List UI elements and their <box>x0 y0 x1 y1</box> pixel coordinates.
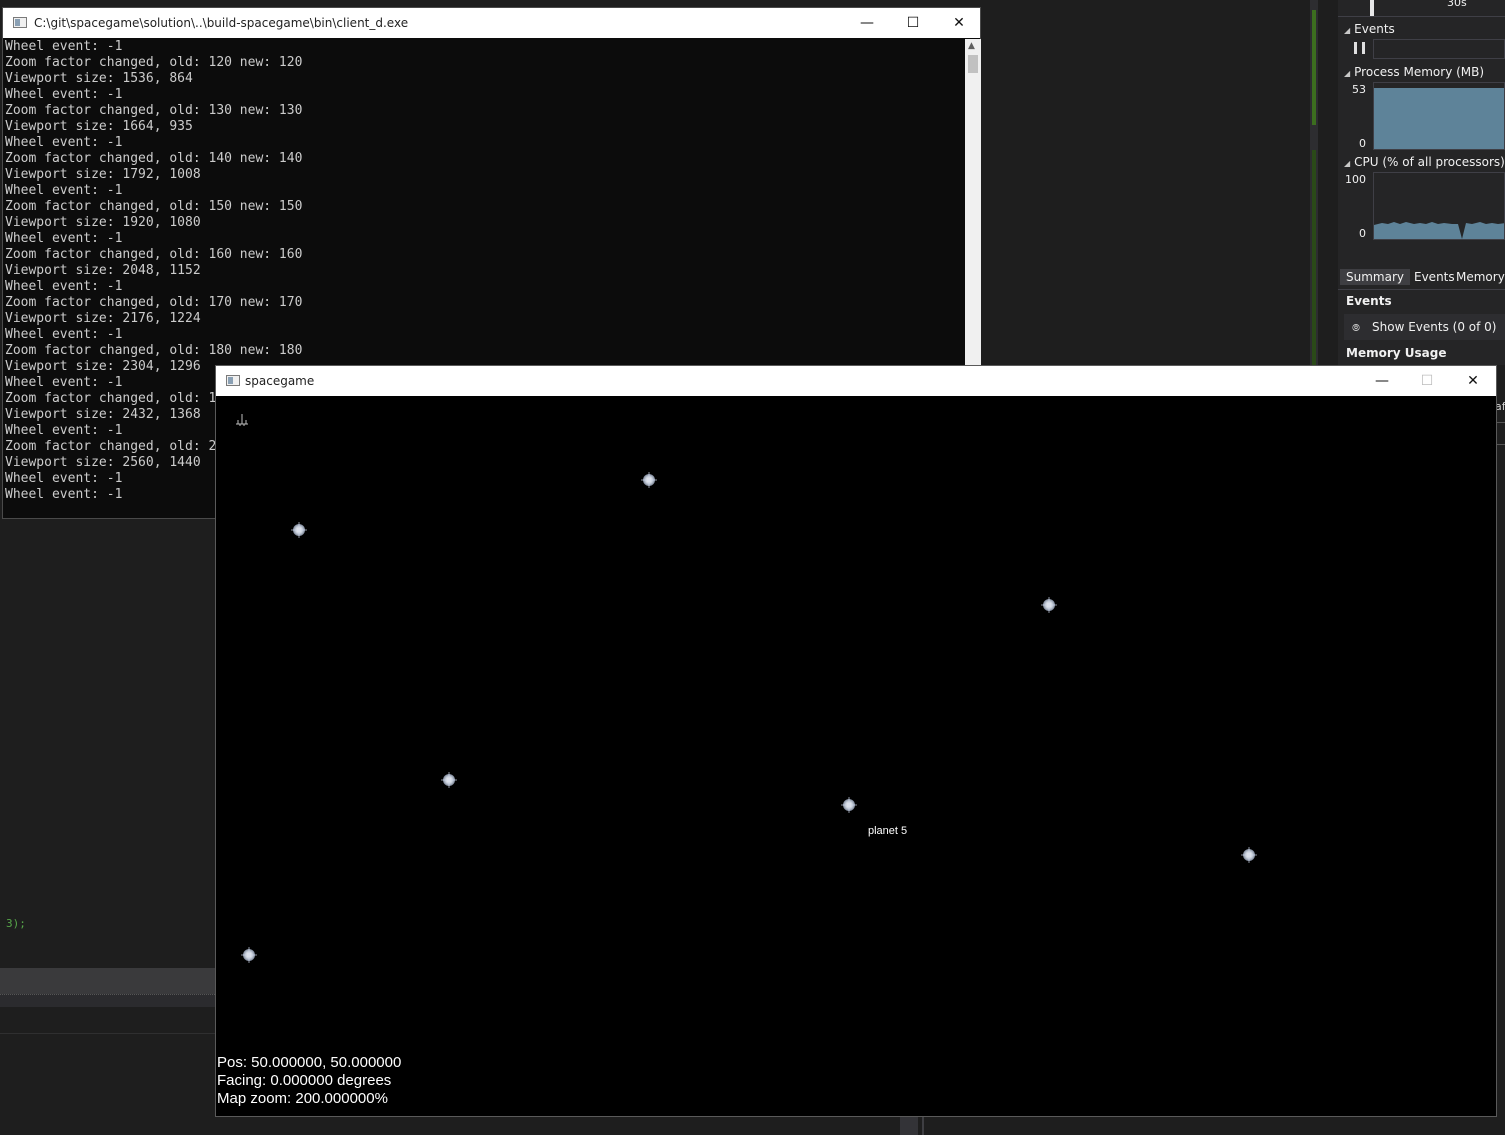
cpu-axis-min: 0 <box>1359 227 1366 240</box>
console-line: Wheel event: -1 <box>5 279 123 294</box>
pause-icon[interactable] <box>1354 42 1365 54</box>
minimize-button[interactable]: — <box>1359 366 1405 396</box>
console-line: Zoom factor changed, old: 160 new: 160 <box>5 247 303 262</box>
ide-bottom-element <box>900 1116 918 1135</box>
events-section-header[interactable]: ◢ Events <box>1344 22 1395 36</box>
cpu-graph <box>1373 172 1505 240</box>
show-events-link[interactable]: ⦾ Show Events (0 of 0) <box>1352 320 1496 334</box>
hud-zoom: Map zoom: 200.000000% <box>217 1090 388 1107</box>
planet[interactable] <box>1241 847 1257 863</box>
planet[interactable] <box>441 772 457 788</box>
close-button[interactable]: ✕ <box>1450 366 1496 396</box>
events-header: Events <box>1346 294 1392 308</box>
cpu-graph-area <box>1374 222 1504 239</box>
code-fragment: 3); <box>6 917 26 930</box>
tab-memory[interactable]: Memory <box>1450 269 1505 285</box>
ide-panel-grip[interactable] <box>0 994 215 1007</box>
planet[interactable] <box>841 797 857 813</box>
ide-output-tabbar <box>0 968 215 994</box>
diagnostics-tabbar: Summary Events Memory <box>1338 265 1505 290</box>
console-line: Zoom factor changed, old: 140 new: 140 <box>5 151 303 166</box>
game-titlebar[interactable]: spacegame — ☐ ✕ <box>216 366 1496 396</box>
hud-facing: Facing: 0.000000 degrees <box>217 1072 392 1089</box>
process-memory-header[interactable]: ◢ Process Memory (MB) <box>1344 65 1484 79</box>
console-line: Viewport size: 1792, 1008 <box>5 167 201 182</box>
console-line: Zoom factor changed, old: 120 new: 120 <box>5 55 303 70</box>
process-memory-title: Process Memory (MB) <box>1354 65 1485 79</box>
hud-position: Pos: 50.000000, 50.000000 <box>217 1054 402 1071</box>
cpu-title: CPU (% of all processors) <box>1354 155 1505 169</box>
ide-divider <box>1497 444 1505 445</box>
console-line: Wheel event: -1 <box>5 135 123 150</box>
timeline-cursor[interactable] <box>1370 0 1374 17</box>
maximize-button: ☐ <box>1420 373 1434 389</box>
console-line: Viewport size: 1536, 864 <box>5 71 193 86</box>
console-line: Viewport size: 2048, 1152 <box>5 263 201 278</box>
console-line: Zoom factor changed, old: 180 new: 180 <box>5 343 303 358</box>
ide-bottom-divider <box>922 1116 924 1135</box>
console-line: Zoom factor changed, old: 130 new: 130 <box>5 103 303 118</box>
planet[interactable] <box>291 522 307 538</box>
planet-label: planet 5 <box>868 825 908 837</box>
game-canvas[interactable]: planet 5 Pos: 50.000000, 50.000000 Facin… <box>216 396 1496 1116</box>
console-line: Viewport size: 1664, 935 <box>5 119 193 134</box>
collapse-triangle-icon: ◢ <box>1344 159 1351 168</box>
scroll-thumb[interactable] <box>968 55 978 73</box>
cpu-graph-plot <box>1374 222 1504 239</box>
cpu-header[interactable]: ◢ CPU (% of all processors) <box>1344 155 1505 169</box>
memory-axis-min: 0 <box>1359 137 1366 150</box>
console-line: Viewport size: 2176, 1224 <box>5 311 201 326</box>
console-line: Wheel event: -1 <box>5 183 123 198</box>
timeline-label: 30s <box>1447 0 1467 9</box>
spaceship-icon <box>236 414 248 426</box>
collapse-triangle-icon: ◢ <box>1344 26 1351 35</box>
memory-axis-max: 53 <box>1352 83 1366 96</box>
events-icon: ⦾ <box>1352 323 1360 334</box>
change-marker <box>1312 10 1316 125</box>
close-button[interactable]: ✕ <box>936 8 982 38</box>
game-window: spacegame — ☐ ✕ planet 5 Pos: 50.000000,… <box>215 365 1497 1117</box>
console-line: Wheel event: -1 <box>5 87 123 102</box>
memory-usage-header: Memory Usage <box>1346 346 1447 360</box>
events-section-label: Events <box>1354 22 1395 36</box>
console-title: C:\git\spacegame\solution\..\build-space… <box>34 16 409 30</box>
console-line: Wheel event: -1 <box>5 231 123 246</box>
console-line: Wheel event: -1 <box>5 39 123 54</box>
tab-summary[interactable]: Summary <box>1340 269 1410 285</box>
console-line: Zoom factor changed, old: 150 new: 150 <box>5 199 303 214</box>
console-line: Wheel event: -1 <box>5 327 123 342</box>
console-line: Viewport size: 1920, 1080 <box>5 215 201 230</box>
game-title: spacegame <box>245 374 315 388</box>
ide-divider <box>1497 422 1505 423</box>
timeline-divider <box>1338 16 1505 17</box>
game-app-icon <box>226 375 240 386</box>
minimize-button[interactable]: — <box>844 8 890 38</box>
cpu-axis-max: 100 <box>1345 173 1366 186</box>
console-titlebar[interactable]: C:\git\spacegame\solution\..\build-space… <box>3 8 980 38</box>
maximize-button[interactable]: ☐ <box>890 8 936 38</box>
planet[interactable] <box>1041 597 1057 613</box>
planet[interactable] <box>641 472 657 488</box>
console-line: Zoom factor changed, old: 170 new: 170 <box>5 295 303 310</box>
ide-divider <box>0 1033 215 1034</box>
collapse-triangle-icon: ◢ <box>1344 69 1351 78</box>
planet[interactable] <box>241 947 257 963</box>
diagnostic-tools-panel: 30s ◢ Events ◢ Process Memory (MB) 53 0 ◢ C… <box>1338 0 1505 365</box>
memory-graph-fill <box>1374 87 1504 149</box>
memory-graph <box>1373 82 1505 150</box>
show-events-label: Show Events (0 of 0) <box>1372 320 1497 334</box>
console-app-icon <box>13 17 27 28</box>
events-track <box>1373 39 1505 59</box>
scroll-up-icon[interactable]: ▲ <box>968 41 975 51</box>
change-marker <box>1312 150 1316 365</box>
